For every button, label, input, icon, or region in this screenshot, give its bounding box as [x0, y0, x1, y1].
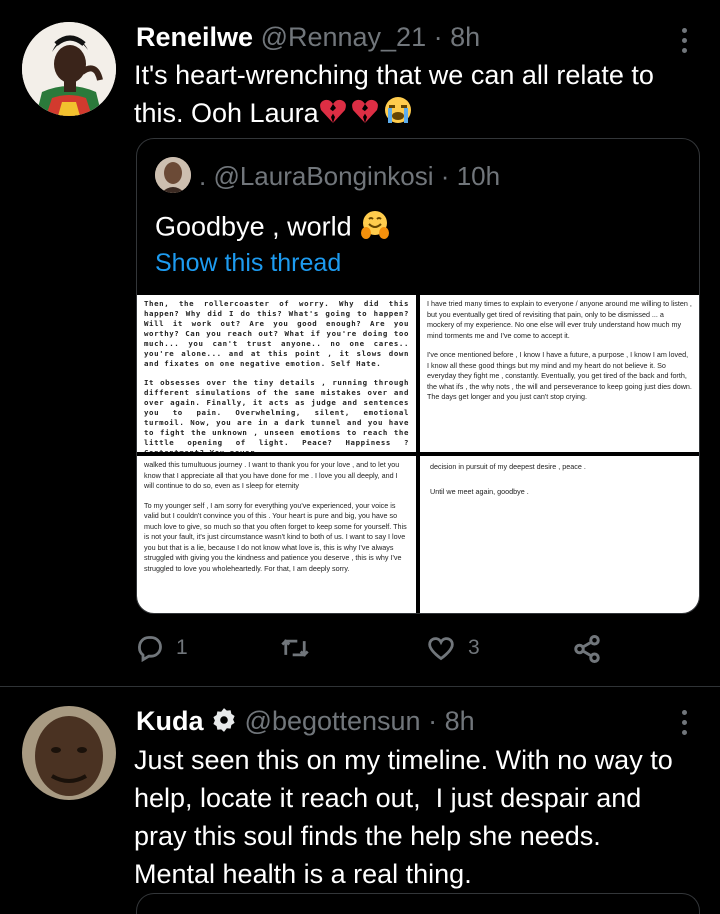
- avatar-kuda[interactable]: [22, 706, 116, 800]
- more-options-icon[interactable]: [682, 28, 688, 58]
- image-text: Then, the rollercoaster of worry. Why di…: [144, 299, 409, 368]
- quoted-tweet[interactable]: . @LauraBonginkosi · 10h Goodbye , world…: [136, 138, 700, 614]
- image-text: I have tried many times to explain to ev…: [427, 299, 692, 340]
- tweet-actions: 1 3: [136, 634, 616, 664]
- tweet-reneilwe[interactable]: Reneilwe @Rennay_21 · 8h It's heart-wren…: [0, 0, 720, 686]
- retweet-icon: [281, 639, 309, 657]
- broken-heart-icon: [351, 96, 379, 134]
- quoted-image-bottom-left[interactable]: walked this tumultuous journey . I want …: [137, 456, 416, 613]
- tweet-text-line: help, locate it reach out, I just despai…: [134, 783, 642, 813]
- image-text: It obsesses over the tiny details , runn…: [144, 378, 409, 452]
- quoted-image-top-right[interactable]: I have tried many times to explain to ev…: [420, 295, 699, 452]
- image-text: walked this tumultuous journey . I want …: [144, 460, 400, 490]
- reply-icon: [138, 636, 162, 662]
- image-text: I've once mentioned before , I know I ha…: [427, 350, 692, 401]
- tweet-text: It's heart-wrenching that we can all rel…: [134, 56, 704, 135]
- separator-dot: ·: [440, 161, 450, 191]
- loudly-crying-face-icon: [383, 95, 413, 135]
- quoted-tweet-text: Goodbye , world: [155, 209, 391, 248]
- share-icon: [574, 635, 600, 663]
- quoted-text-content: Goodbye , world: [155, 211, 352, 242]
- tweet-kuda[interactable]: Kuda @begottensun · 8h Just seen this on…: [0, 687, 720, 914]
- tweet-text-line: Mental health is a real thing.: [134, 859, 472, 889]
- avatar-reneilwe[interactable]: [22, 22, 116, 116]
- quoted-timestamp[interactable]: 10h: [457, 161, 500, 191]
- author-name[interactable]: Kuda: [136, 706, 204, 736]
- like-count: 3: [468, 636, 480, 659]
- more-options-icon[interactable]: [682, 710, 688, 740]
- quoted-image-top-left[interactable]: Then, the rollercoaster of worry. Why di…: [137, 295, 416, 452]
- image-text: Until we meet again, goodbye .: [430, 486, 529, 496]
- quoted-image-grid: Then, the rollercoaster of worry. Why di…: [137, 295, 699, 613]
- tweet-header: Reneilwe @Rennay_21 · 8h: [136, 22, 480, 53]
- author-handle[interactable]: @begottensun: [245, 706, 421, 736]
- like-button[interactable]: 3: [426, 634, 480, 662]
- author-name[interactable]: Reneilwe: [136, 22, 253, 52]
- separator-dot: ·: [428, 706, 438, 736]
- quoted-tweet-preview[interactable]: [136, 893, 700, 914]
- tweet-header: Kuda @begottensun · 8h: [136, 706, 475, 740]
- retweet-button[interactable]: [280, 634, 310, 662]
- author-handle[interactable]: @Rennay_21: [261, 22, 427, 52]
- hugging-face-icon: [359, 209, 391, 248]
- avatar-laura[interactable]: [155, 157, 191, 193]
- reply-count: 1: [176, 636, 188, 659]
- quoted-tweet-header: . @LauraBonginkosi · 10h: [199, 161, 500, 192]
- tweet-text: Just seen this on my timeline. With no w…: [134, 741, 704, 893]
- tweet-text-line: Just seen this on my timeline. With no w…: [134, 745, 673, 775]
- badge-icon: [211, 707, 237, 740]
- show-thread-link[interactable]: Show this thread: [155, 249, 341, 278]
- quoted-image-bottom-right[interactable]: decision in pursuit of my deepest desire…: [420, 456, 699, 613]
- separator-dot: ·: [433, 22, 443, 52]
- share-button[interactable]: [572, 634, 602, 664]
- image-text: decision in pursuit of my deepest desire…: [430, 462, 586, 471]
- image-text: To my younger self , I am sorry for ever…: [144, 500, 407, 573]
- timestamp[interactable]: 8h: [445, 706, 475, 736]
- quoted-handle[interactable]: . @LauraBonginkosi: [199, 161, 434, 191]
- timestamp[interactable]: 8h: [450, 22, 480, 52]
- tweet-text-line: pray this soul finds the help she needs.: [134, 821, 601, 851]
- broken-heart-icon: [319, 96, 347, 134]
- heart-icon: [428, 637, 454, 661]
- reply-button[interactable]: 1: [136, 634, 188, 662]
